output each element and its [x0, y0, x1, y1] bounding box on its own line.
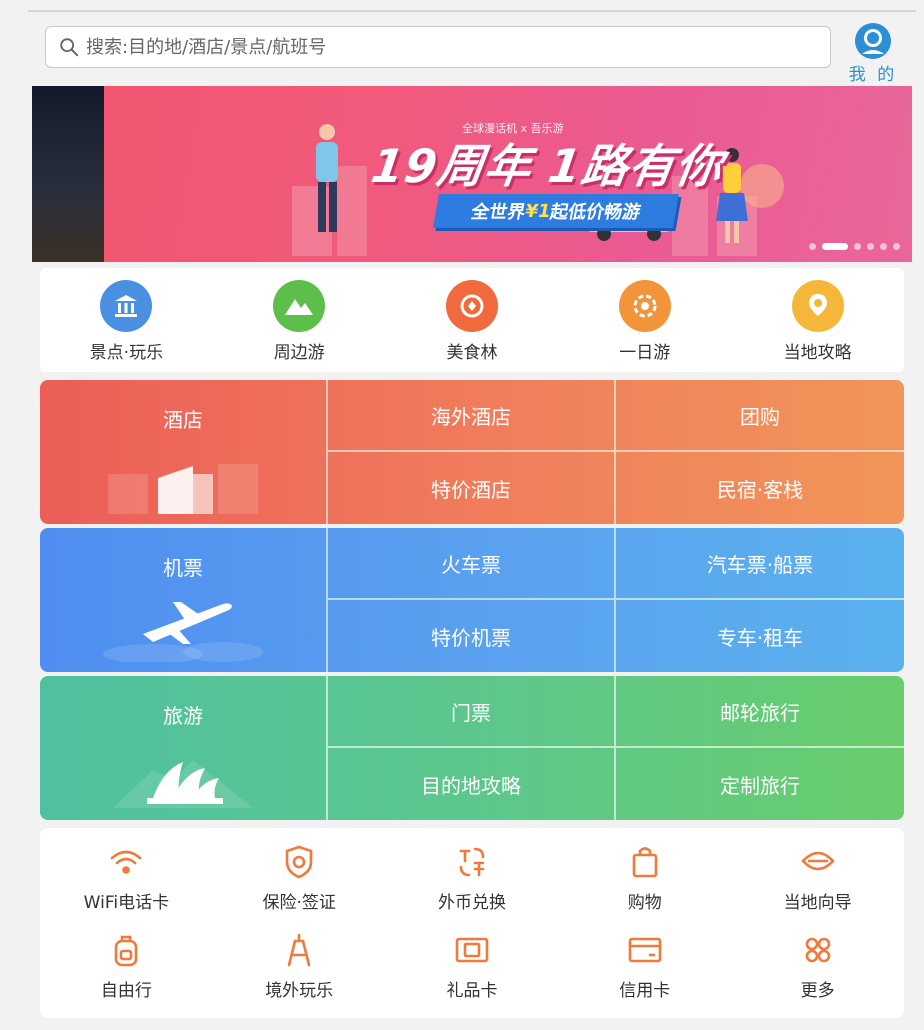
service-item-free-travel[interactable]: 自由行: [40, 924, 213, 1012]
grid-cell-group-buy[interactable]: 团购: [616, 380, 904, 452]
service-label: 自由行: [100, 981, 152, 1001]
grid-cell-discount-hotel[interactable]: 特价酒店: [328, 452, 616, 524]
grid-cell-destination-guide[interactable]: 目的地攻略: [328, 748, 616, 820]
travel-main-button[interactable]: 旅游: [40, 676, 328, 820]
quick-nav-label: 周边游: [273, 343, 325, 363]
traveler-illustration: [316, 124, 338, 232]
quick-nav-item-local-guide[interactable]: 当地攻略: [731, 268, 904, 372]
service-item-overseas-fun[interactable]: 境外玩乐: [213, 924, 386, 1012]
carousel-dot[interactable]: [854, 243, 861, 250]
credit-card-icon: [625, 930, 665, 970]
opera-house-icon: [113, 760, 253, 808]
gift-card-icon: [452, 930, 492, 970]
service-item-wifi[interactable]: WiFi电话卡: [40, 836, 213, 924]
carousel-dot-active[interactable]: [822, 243, 848, 250]
hotel-section: 酒店 海外酒店 团购 特价酒店 民宿·客栈: [40, 380, 904, 524]
ribbon-suffix: 起低价畅游: [548, 202, 643, 223]
grid-cell-discount-flight[interactable]: 特价机票: [328, 600, 616, 672]
hotel-title: 酒店: [163, 408, 203, 432]
user-avatar-icon: [855, 23, 891, 59]
quick-nav-label: 当地攻略: [783, 343, 852, 363]
search-input[interactable]: [86, 36, 786, 58]
hotel-main-button[interactable]: 酒店: [40, 380, 328, 524]
service-label: WiFi电话卡: [83, 893, 170, 913]
quick-nav-label: 景点·玩乐: [89, 343, 164, 363]
banner-ribbon: 全世界 ¥1 起低价畅游: [433, 194, 679, 228]
shopping-bag-icon: [625, 842, 665, 882]
flight-main-button[interactable]: 机票: [40, 528, 328, 672]
service-label: 保险·签证: [262, 893, 336, 913]
service-label: 礼品卡: [446, 981, 498, 1001]
service-label: 境外玩乐: [265, 981, 334, 1001]
currency-exchange-icon: [452, 842, 492, 882]
more-icon: [798, 930, 838, 970]
service-item-more[interactable]: 更多: [731, 924, 904, 1012]
promo-banner[interactable]: 全球漫话机 x 吾乐游 19周年 1路有你 全世界 ¥1 起低价畅游: [32, 86, 912, 262]
service-label: 信用卡: [619, 981, 671, 1001]
grid-cell-train-ticket[interactable]: 火车票: [328, 528, 616, 600]
temple-icon: [100, 280, 153, 332]
carousel-dot[interactable]: [809, 243, 816, 250]
service-item-shopping[interactable]: 购物: [558, 836, 731, 924]
banner-headline: 19周年 1路有你: [367, 139, 727, 193]
tower-icon: [279, 930, 319, 970]
backpack-icon: [106, 930, 146, 970]
badge-icon: [618, 280, 671, 332]
grid-cell-bus-ship-ticket[interactable]: 汽车票·船票: [616, 528, 904, 600]
service-item-local-guide[interactable]: 当地向导: [731, 836, 904, 924]
quick-nav: 景点·玩乐 周边游 美食林 一日游 当地攻略: [40, 268, 904, 372]
quick-nav-item-attractions[interactable]: 景点·玩乐: [40, 268, 213, 372]
service-item-currency-exchange[interactable]: 外币兑换: [386, 836, 559, 924]
quick-nav-item-nearby[interactable]: 周边游: [213, 268, 386, 372]
flight-title: 机票: [163, 556, 203, 580]
travel-section: 旅游 门票 邮轮旅行 目的地攻略 定制旅行: [40, 676, 904, 820]
food-icon: [445, 280, 498, 332]
mountain-icon: [273, 280, 326, 332]
search-icon: [60, 38, 79, 57]
grid-cell-overseas-hotel[interactable]: 海外酒店: [328, 380, 616, 452]
flight-section: 机票 火车票 汽车票·船票 特价机票 专车·租车: [40, 528, 904, 672]
quick-nav-item-food[interactable]: 美食林: [386, 268, 559, 372]
grid-cell-car-rental[interactable]: 专车·租车: [616, 600, 904, 672]
top-divider: [28, 10, 916, 12]
grid-cell-homestay[interactable]: 民宿·客栈: [616, 452, 904, 524]
carousel-dot[interactable]: [880, 243, 887, 250]
service-item-credit-card[interactable]: 信用卡: [558, 924, 731, 1012]
building-icon: [108, 464, 258, 514]
grid-cell-tickets[interactable]: 门票: [328, 676, 616, 748]
search-bar[interactable]: [45, 26, 831, 68]
my-account-label: 我 的: [848, 65, 898, 85]
carousel-dot[interactable]: [893, 243, 900, 250]
service-label: 更多: [800, 981, 835, 1001]
grid-cell-custom-travel[interactable]: 定制旅行: [616, 748, 904, 820]
service-label: 当地向导: [783, 893, 852, 913]
wifi-icon: [106, 842, 146, 882]
grid-cell-cruise[interactable]: 邮轮旅行: [616, 676, 904, 748]
service-item-insurance-visa[interactable]: 保险·签证: [213, 836, 386, 924]
services-grid: WiFi电话卡 保险·签证 外币兑换 购物 当地向导 自由行 境外玩乐 礼品卡 …: [40, 828, 904, 1018]
service-item-gift-card[interactable]: 礼品卡: [386, 924, 559, 1012]
service-label: 外币兑换: [437, 893, 506, 913]
ribbon-prefix: 全世界: [469, 202, 528, 223]
quick-nav-label: 一日游: [619, 343, 671, 363]
carousel-dot[interactable]: [867, 243, 874, 250]
my-account-button[interactable]: 我 的: [843, 22, 903, 85]
shield-icon: [279, 842, 319, 882]
guide-icon: [798, 842, 838, 882]
quick-nav-label: 美食林: [446, 343, 498, 363]
travel-title: 旅游: [163, 704, 203, 728]
night-city-image: [32, 86, 104, 262]
quick-nav-item-day-trip[interactable]: 一日游: [558, 268, 731, 372]
airplane-icon: [103, 602, 263, 662]
carousel-indicators[interactable]: [809, 243, 900, 250]
service-label: 购物: [627, 893, 662, 913]
map-pin-icon: [791, 280, 844, 332]
